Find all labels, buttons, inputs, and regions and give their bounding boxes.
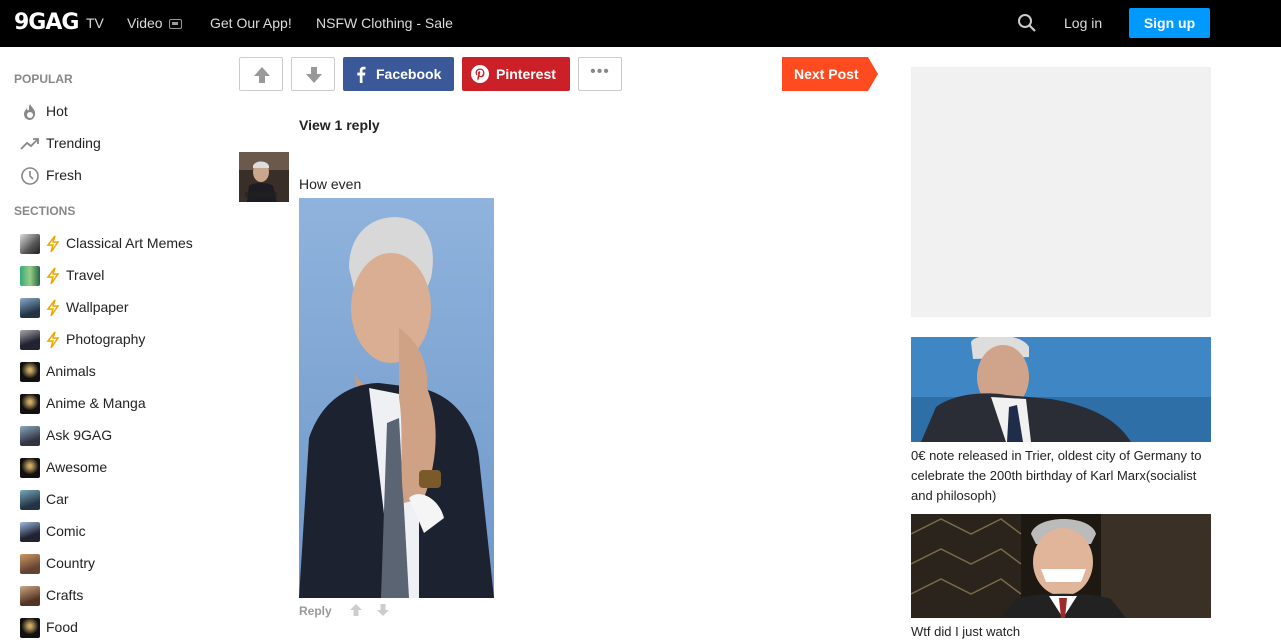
top-nav-bar: 9GAG TV Video Get Our App! NSFW Clothing… <box>0 0 1281 47</box>
section-thumbnail <box>20 554 40 575</box>
popular-heading: POPULAR <box>14 72 73 86</box>
section-thumbnail <box>20 330 40 351</box>
pinterest-icon <box>471 65 489 83</box>
view-replies-link[interactable]: View 1 reply <box>299 117 380 133</box>
sidebar-item-animals[interactable]: Animals <box>20 360 96 384</box>
facebook-icon <box>357 66 366 83</box>
tv-icon <box>168 19 182 29</box>
sidebar-item-label: Fresh <box>46 167 82 183</box>
lightning-icon <box>46 267 60 285</box>
pinterest-label: Pinterest <box>496 66 556 82</box>
sidebar-item-photography[interactable]: Photography <box>20 328 145 352</box>
left-sidebar: POPULAR Hot Trending Fresh SECTIONS Clas… <box>0 47 230 639</box>
featured-post-title[interactable]: 0€ note released in Trier, oldest city o… <box>911 446 1211 506</box>
arrow-up-icon <box>254 67 270 83</box>
sidebar-item-label: Crafts <box>46 587 84 603</box>
sidebar-item-label: Wallpaper <box>66 299 129 315</box>
sidebar-item-car[interactable]: Car <box>20 488 69 512</box>
next-post-label: Next Post <box>794 66 859 82</box>
arrow-up-icon[interactable] <box>349 603 363 617</box>
sidebar-item-ask-9gag[interactable]: Ask 9GAG <box>20 424 112 448</box>
section-thumbnail <box>20 458 40 479</box>
more-icon: ••• <box>590 63 610 80</box>
nav-get-app[interactable]: Get Our App! <box>210 15 292 31</box>
facebook-label: Facebook <box>376 66 442 82</box>
lightning-icon <box>46 331 60 349</box>
sidebar-item-label: Trending <box>46 135 101 151</box>
trending-icon <box>20 138 39 150</box>
sidebar-item-hot[interactable]: Hot <box>20 100 68 124</box>
next-post-button[interactable]: Next Post <box>782 57 878 91</box>
sidebar-item-comic[interactable]: Comic <box>20 520 86 544</box>
login-link[interactable]: Log in <box>1064 15 1102 31</box>
featured-post-image[interactable] <box>911 337 1211 442</box>
sidebar-item-label: Comic <box>46 523 86 539</box>
search-icon[interactable] <box>1017 13 1037 33</box>
sidebar-item-label: Animals <box>46 363 96 379</box>
lightning-icon <box>46 299 60 317</box>
sidebar-item-trending[interactable]: Trending <box>20 132 101 156</box>
section-thumbnail <box>20 266 40 287</box>
reply-button[interactable]: Reply <box>299 604 332 618</box>
sidebar-item-food[interactable]: Food <box>20 616 78 640</box>
sidebar-item-awesome[interactable]: Awesome <box>20 456 107 480</box>
section-thumbnail <box>20 618 40 639</box>
featured-post-title[interactable]: Wtf did I just watch <box>911 622 1211 642</box>
sidebar-item-label: Awesome <box>46 459 108 475</box>
arrow-down-icon <box>306 67 322 83</box>
downvote-button[interactable] <box>291 57 335 91</box>
sidebar-item-country[interactable]: Country <box>20 552 95 576</box>
signup-button[interactable]: Sign up <box>1129 8 1210 38</box>
comment-image[interactable] <box>299 198 494 598</box>
pinterest-share-button[interactable]: Pinterest <box>462 57 570 91</box>
sidebar-item-label: Anime & Manga <box>46 395 146 411</box>
section-thumbnail <box>20 298 40 319</box>
commenter-avatar[interactable] <box>239 152 289 202</box>
sidebar-item-fresh[interactable]: Fresh <box>20 164 82 188</box>
comment-text: How even <box>299 176 362 192</box>
flame-icon <box>24 104 36 121</box>
sidebar-item-label: Hot <box>46 103 68 119</box>
lightning-icon <box>46 235 60 253</box>
sidebar-item-label: Country <box>46 555 96 571</box>
sidebar-item-label: Ask 9GAG <box>46 427 113 443</box>
9gag-logo[interactable]: 9GAG <box>14 10 79 35</box>
section-thumbnail <box>20 362 40 383</box>
ad-placeholder <box>911 67 1211 317</box>
sidebar-item-travel[interactable]: Travel <box>20 264 104 288</box>
sidebar-item-label: Food <box>46 619 78 635</box>
sections-heading: SECTIONS <box>14 204 76 218</box>
featured-post-image[interactable] <box>911 514 1211 618</box>
sidebar-item-anime-manga[interactable]: Anime & Manga <box>20 392 146 416</box>
section-thumbnail <box>20 394 40 415</box>
facebook-share-button[interactable]: Facebook <box>343 57 454 91</box>
nav-video[interactable]: Video <box>127 15 182 31</box>
more-options-button[interactable]: ••• <box>578 57 622 91</box>
sidebar-item-crafts[interactable]: Crafts <box>20 584 83 608</box>
sidebar-item-label: Photography <box>66 331 146 347</box>
comment-actions: Reply <box>299 603 390 618</box>
section-thumbnail <box>20 522 40 543</box>
section-thumbnail <box>20 234 40 255</box>
upvote-button[interactable] <box>239 57 283 91</box>
nav-nsfw-clothing[interactable]: NSFW Clothing - Sale <box>316 15 453 31</box>
sidebar-item-classical-art-memes[interactable]: Classical Art Memes <box>20 232 193 256</box>
sidebar-item-label: Classical Art Memes <box>66 235 193 251</box>
sidebar-item-wallpaper[interactable]: Wallpaper <box>20 296 129 320</box>
nav-video-label: Video <box>127 15 163 31</box>
section-thumbnail <box>20 586 40 607</box>
sidebar-item-label: Car <box>46 491 69 507</box>
nav-tv[interactable]: TV <box>86 15 104 31</box>
sidebar-item-label: Travel <box>66 267 105 283</box>
clock-icon <box>21 167 39 186</box>
section-thumbnail <box>20 490 40 511</box>
arrow-down-icon[interactable] <box>376 603 390 617</box>
section-thumbnail <box>20 426 40 447</box>
